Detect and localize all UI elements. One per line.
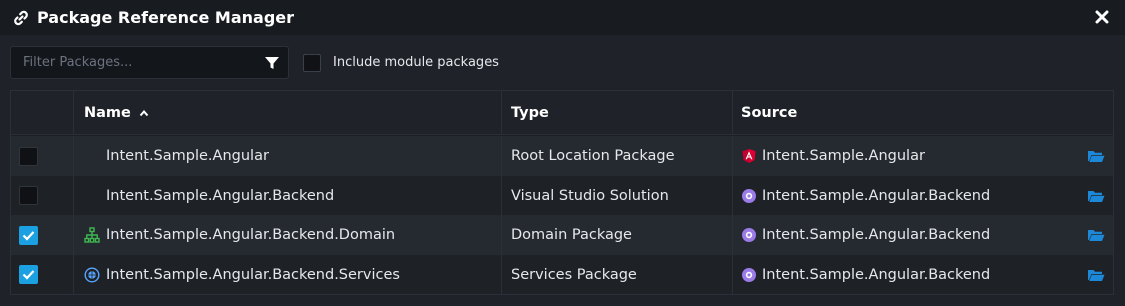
filter-box [10, 46, 289, 79]
folder-open-icon[interactable] [1087, 148, 1105, 164]
package-name: Intent.Sample.Angular.Backend [106, 187, 335, 204]
packages-grid: Name Type Source Intent.Sample.Angular R… [10, 90, 1114, 295]
folder-open-icon[interactable] [1087, 188, 1105, 204]
folder-open-icon[interactable] [1087, 267, 1105, 283]
package-name-cell: Intent.Sample.Angular.Backend.Services [74, 255, 502, 294]
row-checkbox[interactable] [19, 146, 38, 166]
package-type-cell: Root Location Package [502, 136, 733, 176]
blank-icon [84, 188, 100, 204]
package-type: Domain Package [511, 227, 632, 243]
title-bar: Package Reference Manager [0, 0, 1125, 35]
table-row[interactable]: Intent.Sample.Angular.Backend.Domain Dom… [11, 215, 1113, 255]
column-header-name[interactable]: Name [74, 91, 502, 134]
column-header-source-label: Source [741, 104, 798, 121]
column-header-name-label: Name [84, 104, 131, 121]
package-name: Intent.Sample.Angular.Backend.Services [106, 266, 400, 283]
visual-studio-icon [741, 188, 757, 204]
row-check-cell [11, 255, 74, 294]
row-checkbox[interactable] [19, 265, 38, 284]
package-type: Root Location Package [511, 148, 675, 164]
checkmark-icon [22, 230, 35, 241]
include-module-packages-label[interactable]: Include module packages [333, 55, 499, 70]
package-reference-manager-dialog: Package Reference Manager Include module… [0, 0, 1125, 306]
table-row[interactable]: Intent.Sample.Angular.Backend.Services S… [11, 255, 1113, 294]
grid-header: Name Type Source [11, 91, 1113, 135]
filter-packages-input[interactable] [11, 46, 265, 79]
row-check-cell [11, 215, 74, 255]
package-source-cell: Intent.Sample.Angular [733, 136, 1113, 176]
table-row[interactable]: Intent.Sample.Angular.Backend Visual Stu… [11, 176, 1113, 215]
row-checkbox[interactable] [19, 225, 38, 245]
package-name-cell: Intent.Sample.Angular.Backend [74, 176, 502, 215]
package-source: Intent.Sample.Angular.Backend [762, 266, 991, 283]
package-type: Services Package [511, 266, 637, 283]
include-module-packages-checkbox[interactable] [303, 53, 321, 72]
row-check-cell [11, 136, 74, 176]
package-source: Intent.Sample.Angular [762, 148, 925, 164]
dialog-title: Package Reference Manager [37, 8, 295, 27]
package-name: Intent.Sample.Angular.Backend.Domain [106, 227, 396, 243]
link-icon [12, 9, 30, 27]
services-globe-icon [84, 266, 100, 283]
row-checkbox[interactable] [19, 186, 38, 205]
package-type: Visual Studio Solution [511, 187, 669, 204]
visual-studio-icon [741, 267, 757, 283]
table-row[interactable]: Intent.Sample.Angular Root Location Pack… [11, 136, 1113, 176]
package-name-cell: Intent.Sample.Angular [74, 136, 502, 176]
close-icon [1095, 10, 1109, 24]
column-header-source[interactable]: Source [733, 91, 1113, 134]
package-name: Intent.Sample.Angular [106, 148, 269, 164]
package-source-cell: Intent.Sample.Angular.Backend [733, 176, 1113, 215]
close-button[interactable] [1092, 7, 1112, 27]
package-type-cell: Domain Package [502, 215, 733, 255]
visual-studio-icon [741, 227, 757, 243]
funnel-icon[interactable] [264, 55, 280, 71]
angular-icon [741, 148, 757, 164]
toolbar: Include module packages [10, 46, 1110, 79]
sort-ascending-icon [139, 109, 149, 117]
row-check-cell [11, 176, 74, 215]
package-source: Intent.Sample.Angular.Backend [762, 227, 991, 243]
domain-hierarchy-icon [84, 227, 100, 243]
header-check-column [11, 91, 74, 134]
package-type-cell: Visual Studio Solution [502, 176, 733, 215]
package-source-cell: Intent.Sample.Angular.Backend [733, 255, 1113, 294]
folder-open-icon[interactable] [1087, 227, 1105, 243]
checkmark-icon [22, 270, 35, 280]
package-name-cell: Intent.Sample.Angular.Backend.Domain [74, 215, 502, 255]
column-header-type-label: Type [511, 104, 549, 121]
package-source-cell: Intent.Sample.Angular.Backend [733, 215, 1113, 255]
blank-icon [84, 148, 100, 164]
column-header-type[interactable]: Type [502, 91, 733, 134]
package-source: Intent.Sample.Angular.Backend [762, 187, 991, 204]
package-type-cell: Services Package [502, 255, 733, 294]
